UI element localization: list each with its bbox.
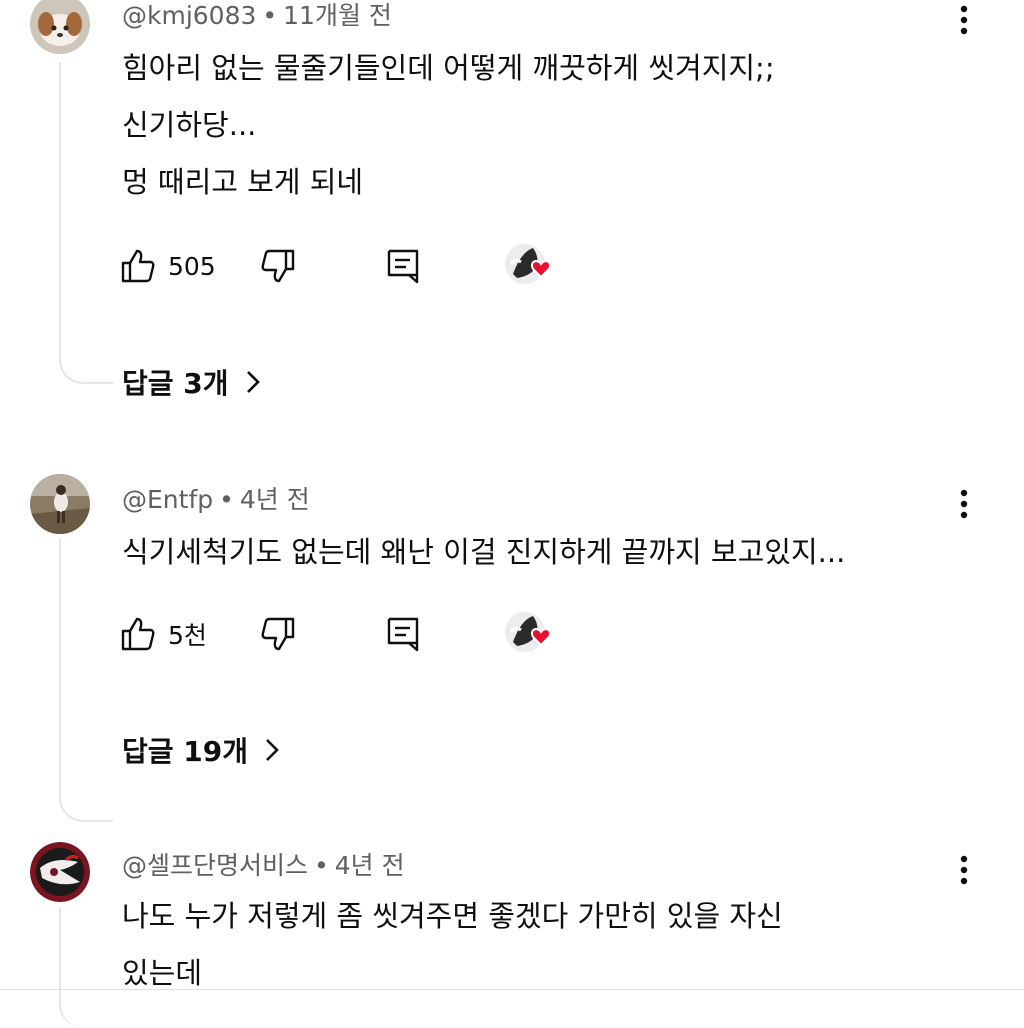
meta-separator: • bbox=[219, 485, 234, 514]
view-replies-button[interactable]: 답글 3개 bbox=[122, 362, 263, 402]
meta-separator: • bbox=[262, 1, 278, 30]
avatar[interactable] bbox=[30, 842, 90, 902]
reply-button[interactable] bbox=[383, 612, 423, 656]
replies-label: 답글 19개 bbox=[122, 735, 248, 768]
comment-actions: 5천 bbox=[118, 612, 588, 656]
like-count: 5천 bbox=[168, 621, 207, 650]
comment-text: 나도 누가 저렇게 좀 씻겨주면 좋겠다 가만히 있을 자신 있는데 bbox=[122, 888, 783, 1002]
comment-line: 나도 누가 저렇게 좀 씻겨주면 좋겠다 가만히 있을 자신 bbox=[122, 899, 783, 933]
comment-line: 식기세척기도 없는데 왜난 이걸 진지하게 끝까지 보고있지... bbox=[122, 535, 846, 569]
more-vert-icon bbox=[960, 489, 968, 519]
more-vert-icon bbox=[960, 855, 968, 885]
chevron-right-icon bbox=[266, 739, 279, 761]
comment-actions: 505 bbox=[118, 244, 588, 288]
creator-heart bbox=[503, 242, 553, 292]
avatar[interactable] bbox=[30, 0, 90, 54]
dislike-button[interactable] bbox=[258, 244, 298, 288]
comment-meta: @kmj6083 • 11개월 전 bbox=[122, 0, 392, 32]
comment-reply-icon bbox=[387, 249, 419, 284]
reply-thread-line bbox=[59, 908, 113, 1028]
more-vert-icon bbox=[960, 5, 968, 35]
thumb-up-icon bbox=[121, 617, 155, 651]
comment-text: 식기세척기도 없는데 왜난 이걸 진지하게 끝까지 보고있지... bbox=[122, 524, 845, 581]
comment-author-handle[interactable]: @kmj6083 bbox=[122, 1, 256, 30]
dislike-button[interactable] bbox=[258, 612, 298, 656]
like-count: 505 bbox=[168, 251, 216, 281]
comment-author-handle[interactable]: @Entfp bbox=[122, 485, 213, 514]
avatar[interactable] bbox=[30, 474, 90, 534]
thumb-down-icon bbox=[261, 249, 295, 283]
replies-label: 답글 3개 bbox=[122, 367, 229, 400]
meta-separator: • bbox=[314, 851, 329, 880]
creator-heart-icon bbox=[505, 244, 551, 284]
comment-line: 있는데 bbox=[122, 956, 203, 990]
like-button[interactable]: 505 bbox=[118, 244, 216, 288]
creator-heart-icon bbox=[505, 612, 551, 652]
comment-reply-icon bbox=[387, 617, 419, 652]
bottom-divider bbox=[0, 989, 1024, 990]
creator-heart bbox=[503, 610, 553, 660]
comment-timestamp[interactable]: 4년 전 bbox=[335, 851, 405, 880]
reply-thread-line bbox=[59, 538, 113, 822]
comment-line: 신기하당... bbox=[122, 108, 257, 142]
comment-meta: @셀프단명서비스 • 4년 전 bbox=[122, 846, 405, 882]
comment-author-handle[interactable]: @셀프단명서비스 bbox=[122, 851, 308, 880]
comment-timestamp[interactable]: 11개월 전 bbox=[283, 1, 392, 30]
comment-line: 멍 때리고 보게 되네 bbox=[122, 165, 364, 199]
comment-timestamp[interactable]: 4년 전 bbox=[240, 485, 310, 514]
more-options-button[interactable] bbox=[944, 484, 984, 524]
more-options-button[interactable] bbox=[944, 0, 984, 40]
like-button[interactable]: 5천 bbox=[118, 612, 207, 656]
comment-text: 힘아리 없는 물줄기들인데 어떻게 깨끗하게 씻겨지지;; 신기하당... 멍 … bbox=[122, 40, 775, 211]
view-replies-button[interactable]: 답글 19개 bbox=[122, 730, 282, 770]
comment-meta: @Entfp • 4년 전 bbox=[122, 480, 310, 516]
chevron-right-icon bbox=[246, 371, 260, 393]
more-options-button[interactable] bbox=[944, 850, 984, 890]
thumb-up-icon bbox=[121, 249, 155, 283]
reply-thread-line bbox=[59, 62, 113, 384]
thumb-down-icon bbox=[261, 617, 295, 651]
comment-line: 힘아리 없는 물줄기들인데 어떻게 깨끗하게 씻겨지지;; bbox=[122, 51, 775, 85]
reply-button[interactable] bbox=[383, 244, 423, 288]
